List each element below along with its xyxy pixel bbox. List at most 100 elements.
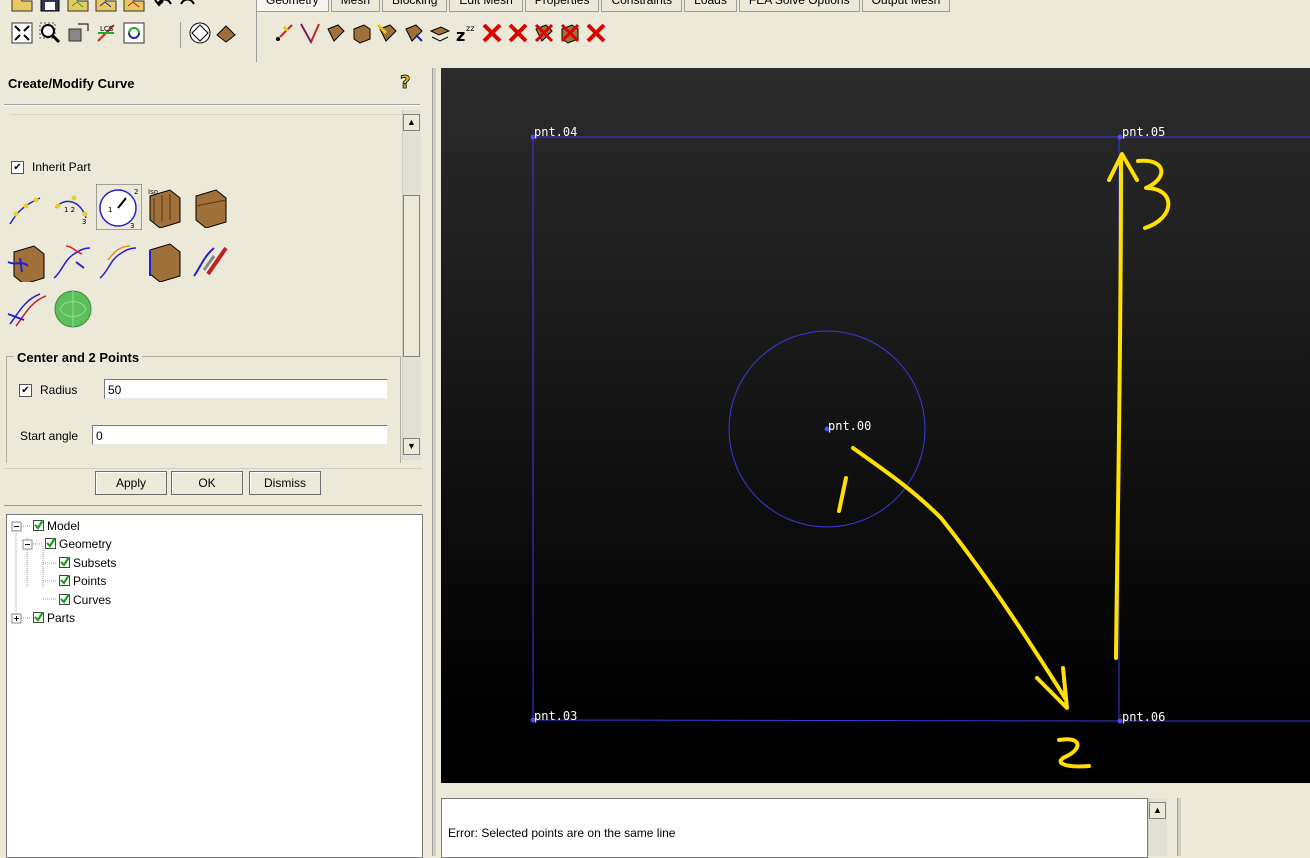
checkmark-icon[interactable] <box>45 538 56 549</box>
svg-text:?: ? <box>400 72 410 92</box>
panel-scrollbar[interactable]: ▲ ▼ <box>402 110 421 460</box>
toolbar-separator <box>180 22 181 48</box>
tree-label-model: Model <box>47 519 80 533</box>
delete-curve-icon[interactable] <box>506 21 530 45</box>
circle-center-two-points-icon[interactable]: 1 2 3 <box>96 184 142 230</box>
panel-splitter[interactable] <box>432 68 436 856</box>
message-scrollbar[interactable]: ▲ <box>1148 798 1167 856</box>
svg-text:1: 1 <box>108 206 112 214</box>
message-splitter[interactable] <box>1177 798 1181 856</box>
concatenate-curve-icon[interactable] <box>98 240 138 282</box>
tab-loads[interactable]: Loads <box>684 0 737 12</box>
midline-curve-icon[interactable] <box>6 288 46 330</box>
restore-entities-icon[interactable] <box>428 21 452 45</box>
error-message: Error: Selected points are on the same l… <box>448 826 676 840</box>
meridian-curve-icon[interactable] <box>52 288 94 330</box>
checkmark-icon[interactable] <box>33 612 44 623</box>
open-geometry-icon[interactable] <box>66 0 90 14</box>
tab-blocking[interactable]: Blocking <box>382 0 448 12</box>
delete-point-icon[interactable] <box>480 21 504 45</box>
create-surface-icon[interactable] <box>324 21 348 45</box>
tree-item-curves[interactable]: Curves <box>59 593 111 607</box>
transform-geometry-icon[interactable] <box>402 21 426 45</box>
checkmark-icon[interactable] <box>59 557 70 568</box>
extract-curves-icon[interactable] <box>144 240 184 282</box>
ok-button[interactable]: OK <box>171 471 243 495</box>
tab-mesh[interactable]: Mesh <box>330 0 381 12</box>
open-mesh-icon[interactable] <box>94 0 118 14</box>
delete-any-entity-icon[interactable] <box>584 21 608 45</box>
tree-item-model[interactable]: Model <box>33 519 80 533</box>
inherit-part-checkbox[interactable]: ✔ <box>11 161 24 174</box>
checkmark-icon[interactable] <box>59 594 70 605</box>
create-body-icon[interactable] <box>350 21 374 45</box>
point-label-04: pnt.04 <box>534 125 577 139</box>
from-points-curve-icon[interactable] <box>6 188 46 228</box>
divider <box>4 105 420 106</box>
tab-geometry[interactable]: Geometry <box>256 0 329 12</box>
help-icon[interactable]: ? <box>398 70 416 92</box>
tree-item-geometry[interactable]: Geometry <box>45 537 112 551</box>
radius-checkbox[interactable]: ✔ <box>19 384 32 397</box>
radius-input[interactable]: 50 <box>104 379 388 399</box>
arc-three-points-icon[interactable]: 1 2 3 <box>52 188 92 228</box>
open-blocking-icon[interactable] <box>122 0 146 14</box>
graphics-viewport[interactable]: pnt.04 pnt.05 pnt.00 pnt.03 pnt.06 <box>441 68 1310 783</box>
project-curve-on-surface-icon[interactable] <box>6 240 46 282</box>
start-angle-input[interactable]: 0 <box>92 425 388 445</box>
segment-curve-icon[interactable] <box>52 240 92 282</box>
mid-surface-icon[interactable]: z zz <box>454 21 478 45</box>
scroll-up-button[interactable]: ▲ <box>403 114 420 131</box>
fit-window-icon[interactable] <box>10 21 34 45</box>
dismiss-button[interactable]: Dismiss <box>249 471 321 495</box>
apply-button[interactable]: Apply <box>95 471 167 495</box>
open-folder-icon[interactable] <box>10 0 34 14</box>
tab-output-mesh[interactable]: Output Mesh <box>861 0 951 12</box>
svg-text:LCS: LCS <box>100 25 114 33</box>
tree-item-points[interactable]: Points <box>59 574 106 588</box>
refresh-icon[interactable] <box>122 21 146 45</box>
group-title: Center and 2 Points <box>14 350 143 365</box>
tree-label-subsets: Subsets <box>73 556 117 570</box>
checkmark-icon[interactable] <box>33 520 44 531</box>
solid-display-icon[interactable] <box>214 21 238 45</box>
scroll-down-button[interactable]: ▼ <box>403 438 420 455</box>
shaded-sphere-icon[interactable] <box>188 21 212 45</box>
checkmark-icon[interactable] <box>59 575 70 586</box>
repair-geometry-icon[interactable] <box>376 21 400 45</box>
tab-edit-mesh[interactable]: Edit Mesh <box>449 0 523 12</box>
tree-item-parts[interactable]: Parts <box>33 611 75 625</box>
surface-parameter-curve-icon[interactable]: Iso <box>144 186 184 228</box>
redo-icon[interactable] <box>176 0 200 14</box>
scroll-thumb[interactable] <box>403 195 420 357</box>
measure-distance-icon[interactable] <box>66 21 90 45</box>
model-tree: Model Geometry Subsets Points Curves Par… <box>6 514 423 858</box>
annotation-digit-1 <box>837 476 848 513</box>
intersection-curve-icon[interactable] <box>190 186 230 228</box>
tab-constraints[interactable]: Constraints <box>601 0 683 12</box>
tree-item-subsets[interactable]: Subsets <box>59 556 116 570</box>
main-toolbar: LCS z zz Geometry Mesh Blocking Edit Mesh… <box>0 0 1310 62</box>
divider <box>4 505 422 506</box>
geometry-canvas[interactable]: pnt.04 pnt.05 pnt.00 pnt.03 pnt.06 <box>441 68 1310 783</box>
message-scroll-up-button[interactable]: ▲ <box>1149 802 1166 819</box>
tree-label-parts: Parts <box>47 611 76 625</box>
svg-text:1 2: 1 2 <box>64 206 75 214</box>
annotation-digit-2 <box>1057 737 1091 769</box>
delete-body-icon[interactable] <box>558 21 582 45</box>
svg-text:2: 2 <box>134 188 138 196</box>
tab-properties[interactable]: Properties <box>524 0 600 12</box>
tab-fea-solve-options[interactable]: FEA Solve Options <box>738 0 860 12</box>
local-coords-icon[interactable]: LCS <box>94 21 118 45</box>
create-point-icon[interactable] <box>272 21 296 45</box>
modify-curve-icon[interactable] <box>190 240 230 282</box>
inherit-part-label: Inherit Part <box>32 160 91 174</box>
zoom-box-icon[interactable] <box>38 21 62 45</box>
curve-bottom[interactable] <box>532 719 1122 722</box>
create-curve-icon[interactable] <box>298 21 322 45</box>
delete-surface-icon[interactable] <box>532 21 556 45</box>
save-icon[interactable] <box>38 0 62 14</box>
radius-label: Radius <box>40 383 78 397</box>
undo-icon[interactable] <box>152 0 176 14</box>
svg-text:z: z <box>456 26 465 45</box>
